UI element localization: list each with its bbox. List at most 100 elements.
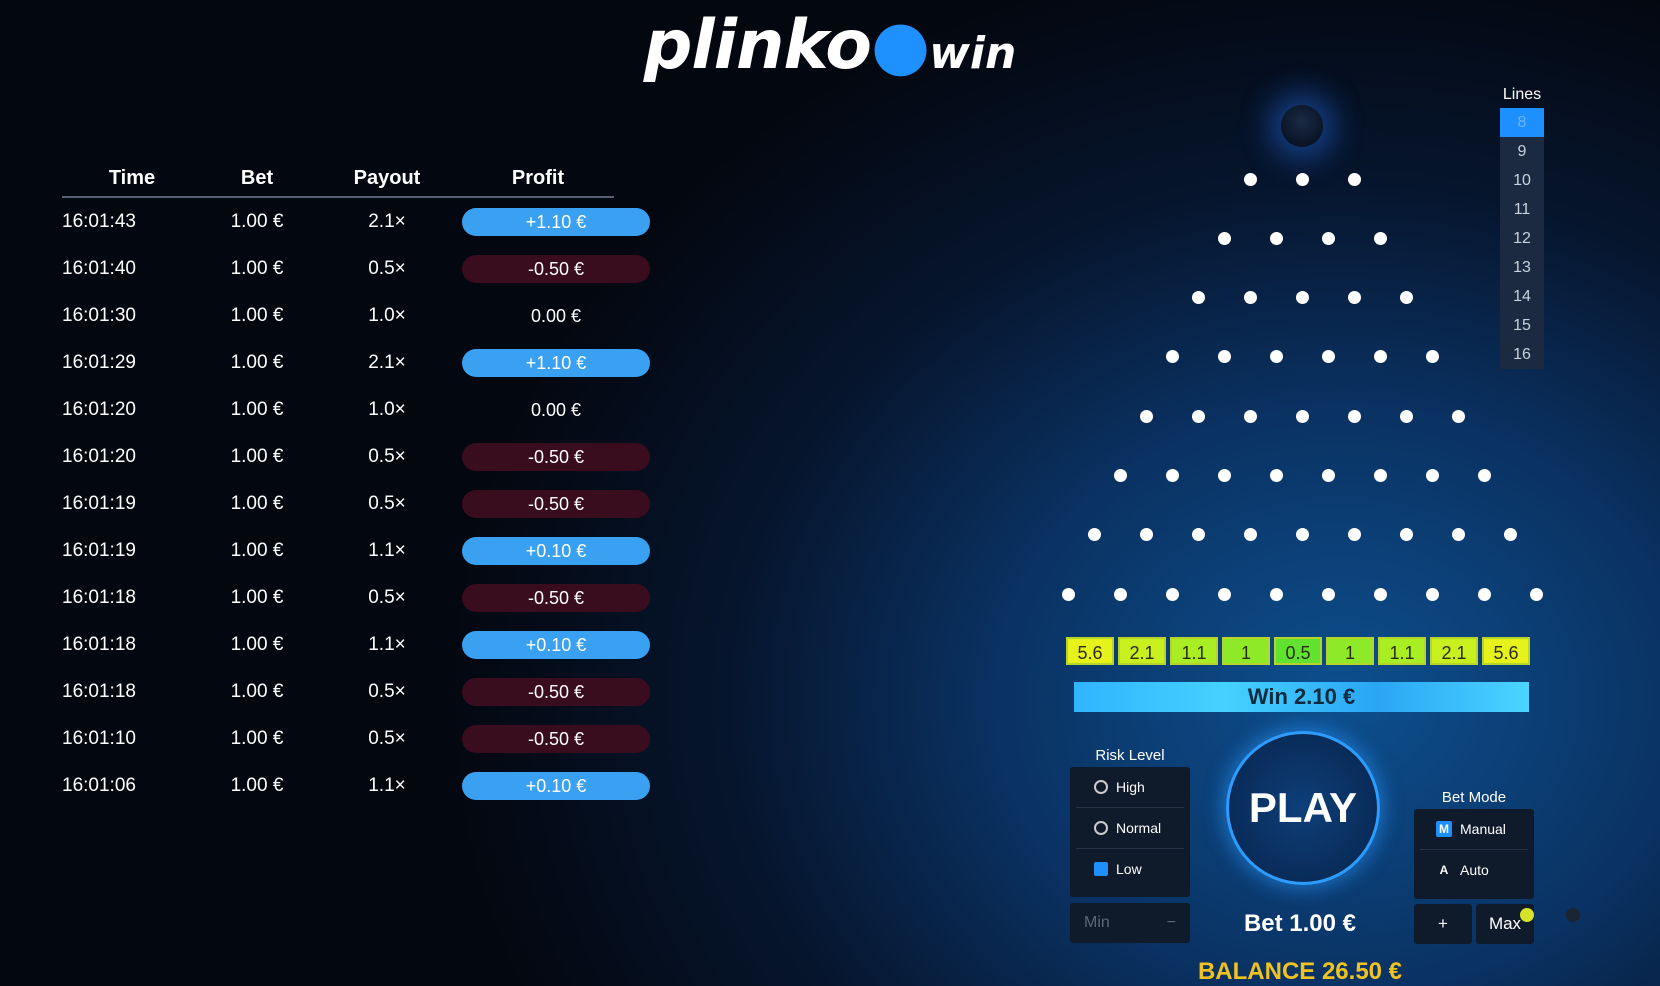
risk-option-low[interactable]: Low [1076, 849, 1184, 889]
row-payout: 1.1× [368, 539, 406, 561]
history-row: 16:01:19 1.00 € 0.5× -0.50 € [62, 480, 650, 527]
lines-list: 8 9 10 11 12 13 14 15 16 [1500, 108, 1544, 369]
lines-option-12[interactable]: 12 [1500, 224, 1544, 253]
multiplier-slot: 5.6 [1066, 637, 1114, 665]
minus-button[interactable]: − [1167, 914, 1176, 932]
plus-button[interactable]: + [1414, 904, 1472, 944]
peg [1269, 469, 1283, 482]
bet-mode-auto[interactable]: A Auto [1420, 850, 1528, 890]
lines-option-8[interactable]: 8 [1500, 108, 1544, 137]
profit-badge: -0.50 € [462, 442, 650, 471]
row-bet: 1.00 € [230, 351, 284, 373]
multiplier-slot: 1.1 [1170, 637, 1218, 665]
play-button[interactable]: PLAY [1226, 731, 1380, 885]
row-bet: 1.00 € [230, 257, 284, 279]
peg [1269, 587, 1283, 601]
row-payout: 1.0× [368, 398, 406, 420]
risk-option-normal[interactable]: Normal [1076, 808, 1184, 849]
peg [1165, 587, 1179, 601]
row-payout: 1.0× [368, 304, 406, 326]
logo-main: plinko [643, 6, 872, 85]
history-row: 16:01:29 1.00 € 2.1× +1.10 € [62, 339, 650, 386]
row-bet: 1.00 € [230, 398, 284, 420]
mode-key-icon: A [1439, 863, 1449, 877]
row-profit-cell: -0.50 € [462, 677, 650, 706]
history-row: 16:01:40 1.00 € 0.5× -0.50 € [62, 245, 650, 292]
header-bet: Bet [240, 166, 274, 189]
row-time: 16:01:20 [62, 398, 136, 420]
indicator-dot-dark [1566, 908, 1580, 922]
balance: BALANCE 26.50 € [1197, 958, 1403, 985]
row-profit-cell: +0.10 € [462, 536, 650, 565]
row-payout: 0.5× [368, 257, 406, 279]
peg [1529, 587, 1543, 601]
profit-badge: -0.50 € [462, 583, 650, 612]
multiplier-slot: 2.1 [1118, 637, 1166, 665]
row-profit-cell: 0.00 € [462, 302, 614, 330]
peg [1217, 587, 1231, 601]
lines-option-13[interactable]: 13 [1500, 253, 1544, 282]
peg [1399, 291, 1413, 305]
indicator-dot-yellow [1520, 908, 1534, 922]
row-profit-cell: 0.00 € [462, 396, 614, 424]
lines-option-14[interactable]: 14 [1500, 282, 1544, 311]
header-profit: Profit [511, 166, 565, 189]
history-row: 16:01:06 1.00 € 1.1× +0.10 € [62, 762, 650, 809]
row-time: 16:01:18 [62, 680, 136, 702]
bet-mode-label: Bet Mode [1441, 789, 1507, 806]
lines-option-11[interactable]: 11 [1500, 195, 1544, 224]
history-row: 16:01:10 1.00 € 0.5× -0.50 € [62, 715, 650, 762]
multiplier-slot: 2.1 [1430, 637, 1478, 665]
row-time: 16:01:19 [62, 492, 136, 514]
row-payout: 2.1× [368, 351, 406, 373]
peg [1165, 350, 1179, 364]
bet-history-table: Time Bet Payout Profit 16:01:43 1.00 € 2.1… [62, 160, 650, 809]
peg [1373, 469, 1387, 482]
row-profit-cell: +0.10 € [462, 771, 650, 800]
peg [1347, 528, 1361, 542]
flame-icon [1094, 780, 1108, 794]
row-payout: 1.1× [368, 633, 406, 655]
lines-option-10[interactable]: 10 [1500, 166, 1544, 195]
lines-option-9[interactable]: 9 [1500, 137, 1544, 166]
risk-level-selector: High Normal Low [1070, 767, 1190, 897]
history-rows: 16:01:43 1.00 € 2.1× +1.10 € 16:01:40 1.00 € 0… [62, 198, 650, 809]
peg [1399, 528, 1413, 542]
profit-badge: -0.50 € [462, 677, 650, 706]
peg [1191, 291, 1205, 305]
row-time: 16:01:40 [62, 257, 136, 279]
row-profit-cell: +1.10 € [462, 348, 650, 377]
row-profit-cell: -0.50 € [462, 442, 650, 471]
lines-option-16[interactable]: 16 [1500, 340, 1544, 369]
profit-badge: 0.00 € [530, 399, 582, 420]
plinko-logo: plinko●win [0, 6, 1660, 85]
profit-badge: +0.10 € [462, 536, 650, 565]
row-time: 16:01:06 [62, 774, 136, 796]
profit-badge: +0.10 € [462, 630, 650, 659]
peg [1399, 409, 1413, 423]
peg [1243, 172, 1257, 186]
profit-badge: +1.10 € [462, 207, 650, 236]
row-bet: 1.00 € [230, 539, 284, 561]
lines-option-15[interactable]: 15 [1500, 311, 1544, 340]
peg [1295, 172, 1309, 186]
peg [1191, 409, 1205, 423]
peg [1477, 587, 1491, 601]
row-profit-cell: +1.10 € [462, 207, 650, 236]
profit-badge: -0.50 € [462, 724, 650, 753]
min-button[interactable]: Min [1084, 914, 1110, 932]
risk-option-label: Normal [1116, 820, 1162, 836]
peg [1269, 350, 1283, 364]
peg [1217, 350, 1231, 364]
lock-icon [1094, 862, 1108, 876]
peg [1139, 528, 1153, 542]
row-time: 16:01:20 [62, 445, 136, 467]
row-bet: 1.00 € [230, 774, 284, 796]
peg [1321, 231, 1335, 245]
row-time: 16:01:30 [62, 304, 136, 326]
bet-mode-manual[interactable]: M Manual [1420, 809, 1528, 850]
logo-dot: ● [870, 6, 930, 85]
row-time: 16:01:19 [62, 539, 136, 561]
risk-option-high[interactable]: High [1076, 767, 1184, 808]
row-time: 16:01:18 [62, 633, 136, 655]
